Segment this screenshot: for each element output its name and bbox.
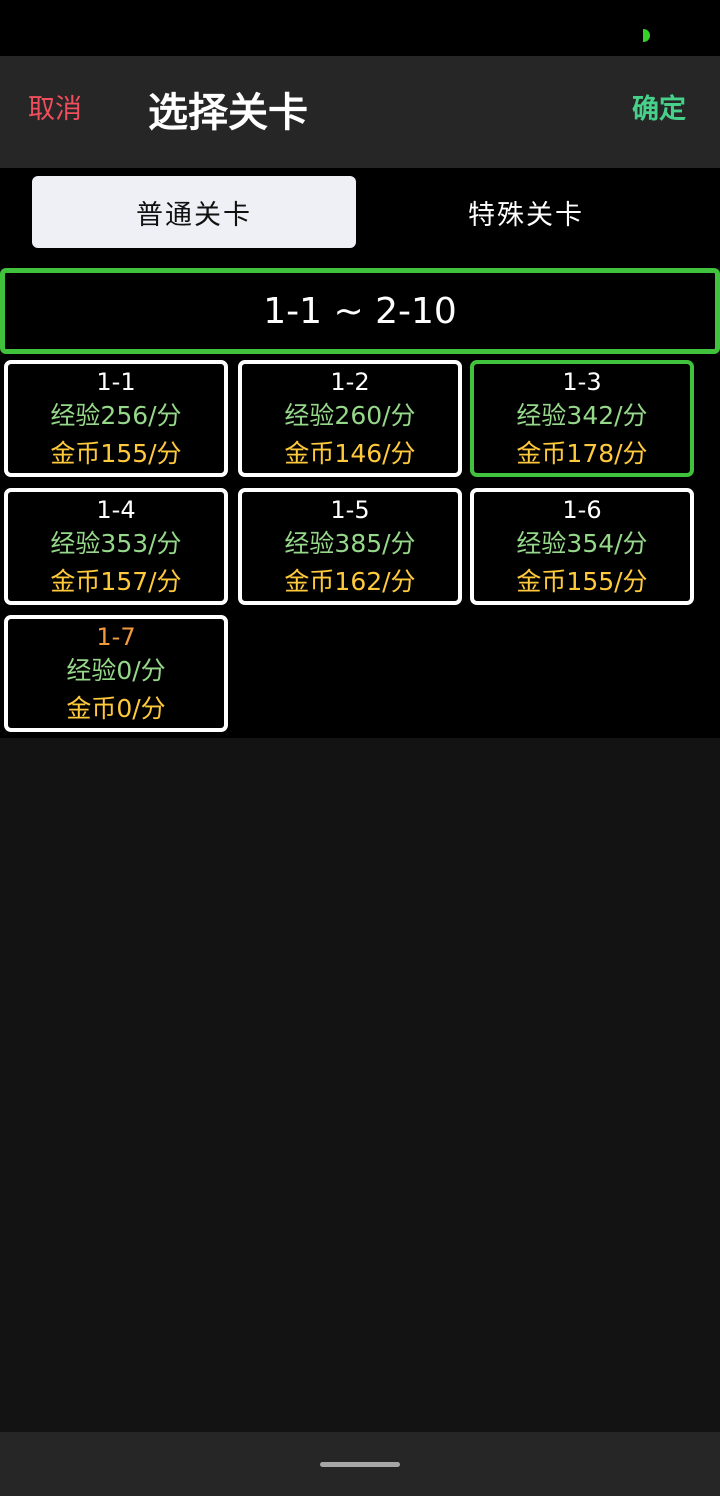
stage-name: 1-3: [562, 368, 602, 396]
stage-exp-rate: 经验385/分: [284, 529, 416, 558]
stage-name: 1-2: [330, 368, 370, 396]
header-bar: [0, 56, 720, 168]
stage-card-1-3-selected[interactable]: 1-3 经验342/分 金币178/分: [470, 360, 694, 477]
stage-gold-rate: 金币157/分: [50, 567, 182, 596]
home-gesture-handle[interactable]: [320, 1462, 400, 1467]
stage-range-header[interactable]: 1-1 ~ 2-10: [0, 268, 720, 354]
stage-exp-rate: 经验256/分: [50, 401, 182, 430]
stage-gold-rate: 金币0/分: [66, 694, 166, 723]
cancel-button[interactable]: 取消: [28, 90, 82, 130]
stage-gold-rate: 金币162/分: [284, 567, 416, 596]
tab-special-stages[interactable]: 特殊关卡: [364, 176, 688, 248]
stage-exp-rate: 经验354/分: [516, 529, 648, 558]
stage-name: 1-7: [96, 623, 136, 651]
stage-exp-rate: 经验342/分: [516, 401, 648, 430]
confirm-button[interactable]: 确定: [632, 90, 686, 130]
stage-card-1-2[interactable]: 1-2 经验260/分 金币146/分: [238, 360, 462, 477]
status-bar: [0, 0, 720, 56]
battery-indicator-icon: [643, 29, 650, 42]
stage-exp-rate: 经验0/分: [66, 656, 166, 685]
stage-list-panel: 1-1 ~ 2-10 1-1 经验256/分 金币155/分 1-2 经验260…: [0, 256, 720, 738]
stage-card-1-7[interactable]: 1-7 经验0/分 金币0/分: [4, 615, 228, 732]
stage-name: 1-6: [562, 496, 602, 524]
stage-card-1-4[interactable]: 1-4 经验353/分 金币157/分: [4, 488, 228, 605]
stage-gold-rate: 金币155/分: [50, 439, 182, 468]
stage-card-1-5[interactable]: 1-5 经验385/分 金币162/分: [238, 488, 462, 605]
page-title: 选择关卡: [148, 90, 308, 136]
stage-card-1-1[interactable]: 1-1 经验256/分 金币155/分: [4, 360, 228, 477]
stage-exp-rate: 经验353/分: [50, 529, 182, 558]
stage-type-tabs: 普通关卡 特殊关卡: [0, 168, 720, 256]
stage-gold-rate: 金币178/分: [516, 439, 648, 468]
stage-gold-rate: 金币146/分: [284, 439, 416, 468]
system-navigation-bar: [0, 1432, 720, 1496]
stage-exp-rate: 经验260/分: [284, 401, 416, 430]
stage-card-1-6[interactable]: 1-6 经验354/分 金币155/分: [470, 488, 694, 605]
stage-gold-rate: 金币155/分: [516, 567, 648, 596]
tab-normal-stages[interactable]: 普通关卡: [32, 176, 356, 248]
stage-name: 1-4: [96, 496, 136, 524]
stage-name: 1-1: [96, 368, 136, 396]
stage-name: 1-5: [330, 496, 370, 524]
